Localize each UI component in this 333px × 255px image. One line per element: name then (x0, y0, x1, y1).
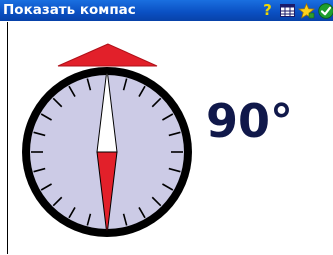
heading-pointer (57, 43, 158, 67)
heading-readout: 90° (206, 94, 294, 148)
